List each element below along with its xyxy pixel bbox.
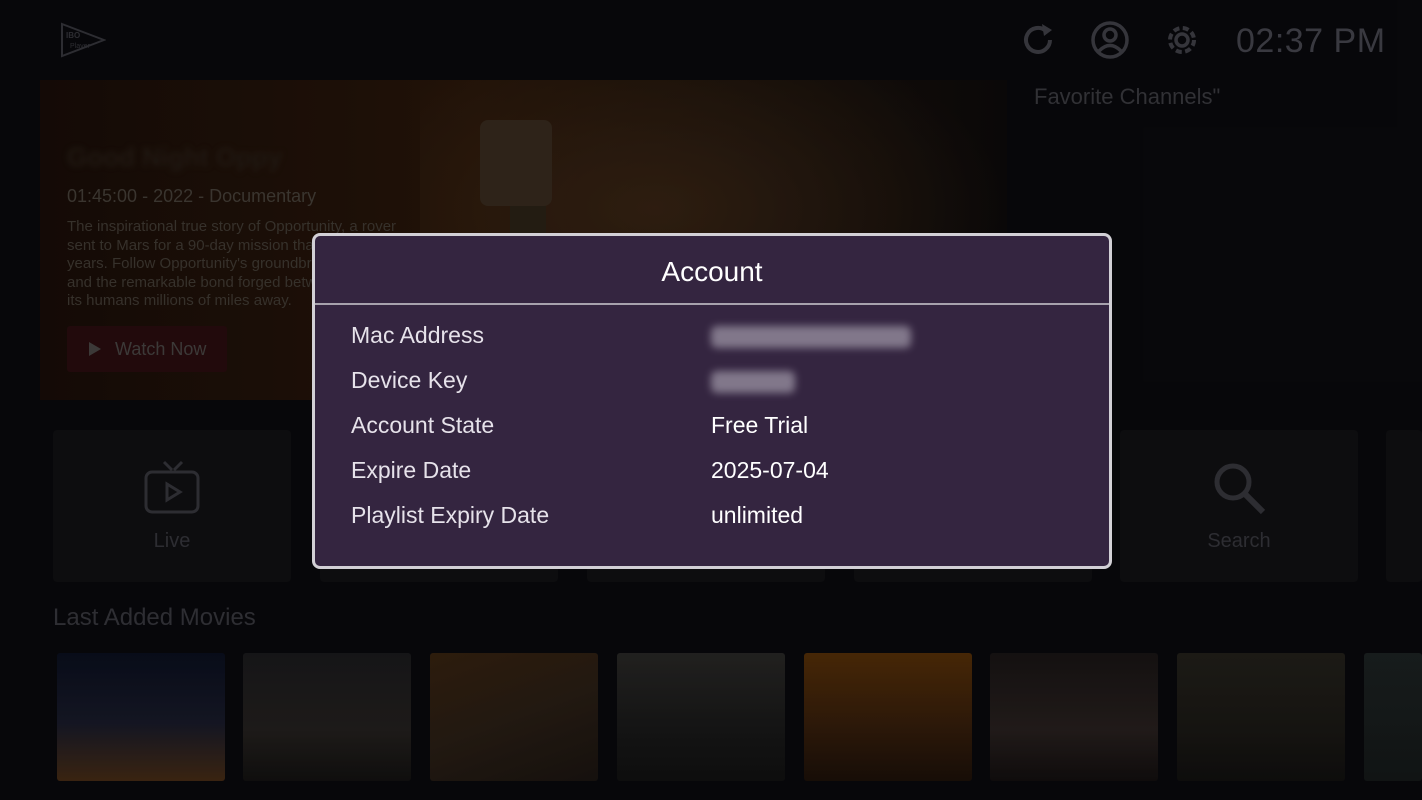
row-value: 2025-07-04 xyxy=(711,457,829,483)
row-label: Expire Date xyxy=(351,457,472,483)
account-dialog: Account Mac Address Device Key Account S… xyxy=(312,233,1112,569)
row-label: Account State xyxy=(351,412,495,438)
row-label: Mac Address xyxy=(351,322,484,348)
dialog-title: Account xyxy=(661,256,763,287)
account-row-playlist-expiry-date: Playlist Expiry Date unlimited xyxy=(351,502,1091,542)
row-value: Free Trial xyxy=(711,412,809,438)
account-row-expire-date: Expire Date 2025-07-04 xyxy=(351,457,1091,497)
account-row-mac-address: Mac Address xyxy=(351,322,1091,362)
row-label: Device Key xyxy=(351,367,468,393)
row-value: unlimited xyxy=(711,502,804,528)
device-key-value-redacted xyxy=(711,371,795,393)
mac-address-value-redacted xyxy=(711,326,911,348)
divider xyxy=(315,303,1109,305)
account-row-device-key: Device Key xyxy=(351,367,1091,407)
row-label: Playlist Expiry Date xyxy=(351,502,550,528)
account-row-account-state: Account State Free Trial xyxy=(351,412,1091,452)
